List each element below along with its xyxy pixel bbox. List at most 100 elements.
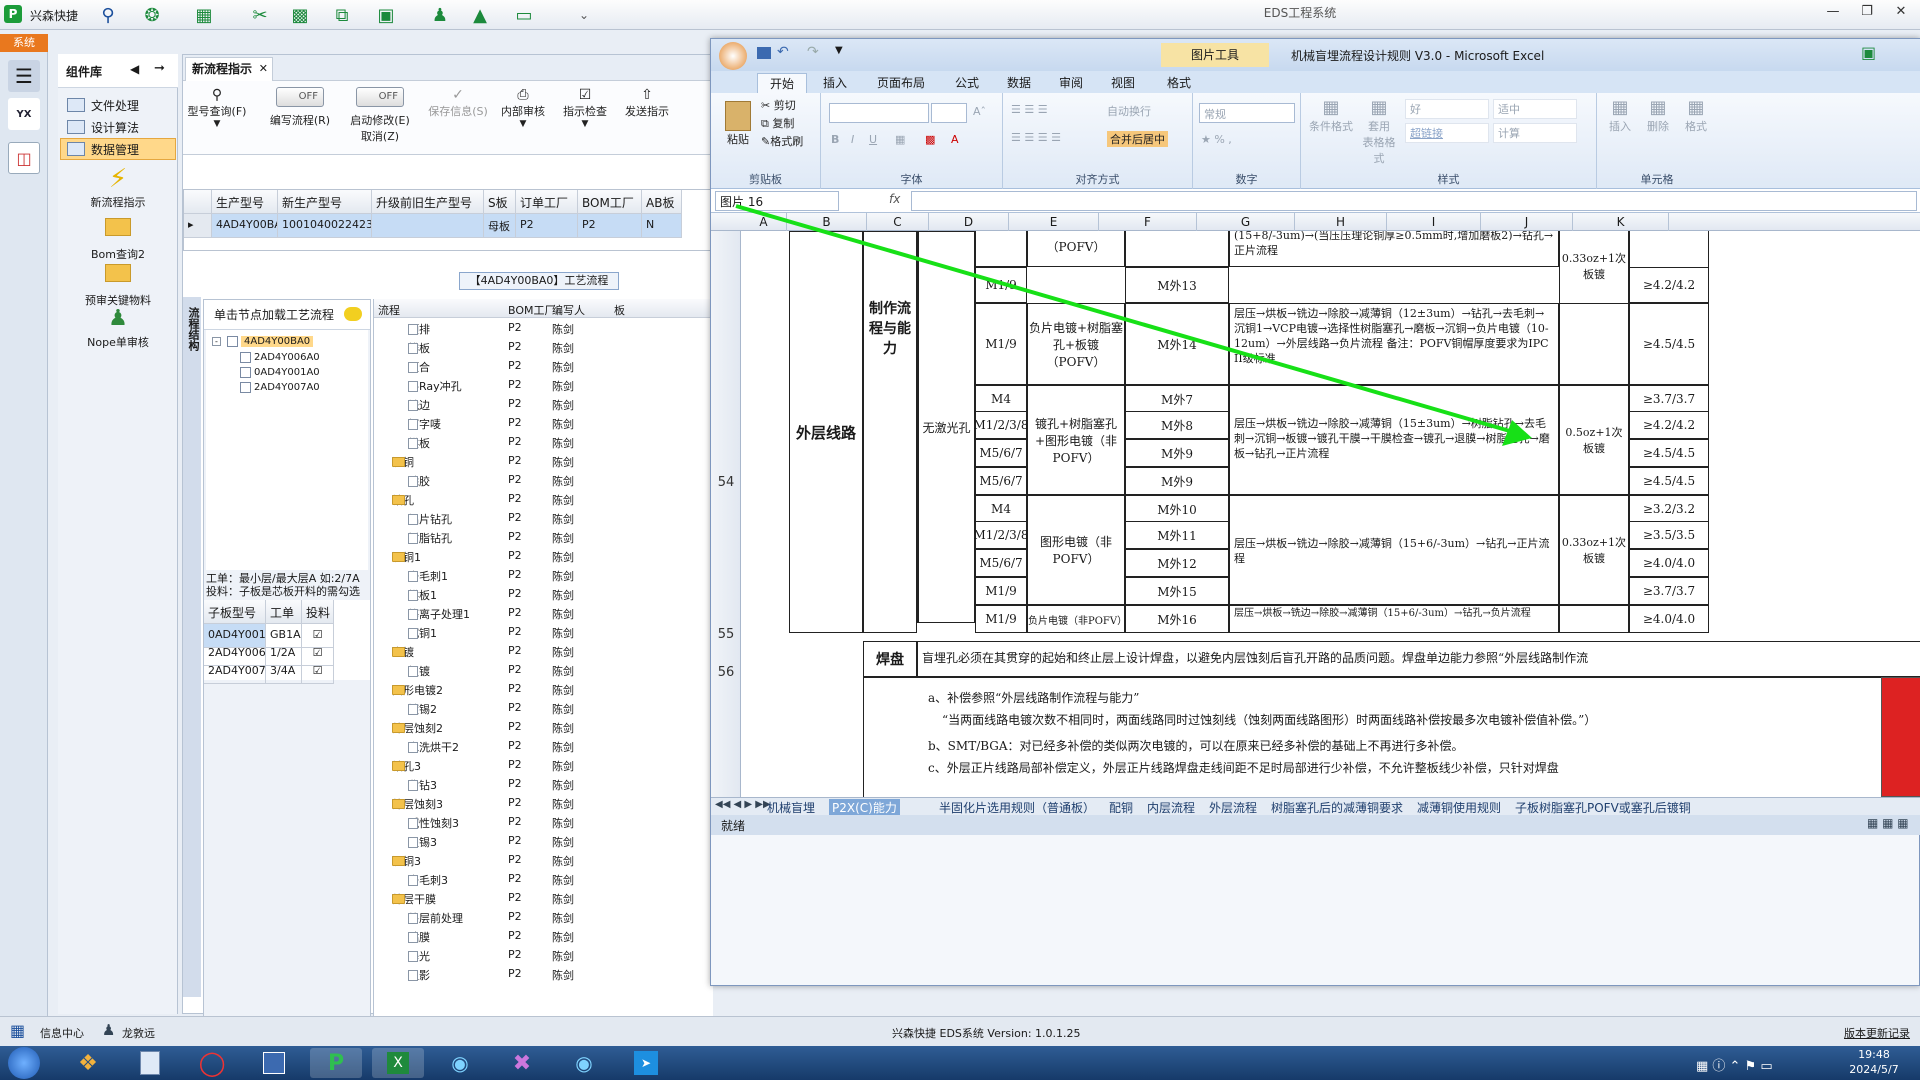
tree-node[interactable]: 2AD4Y007A0 [240,382,320,393]
cell-neg[interactable]: 负片电镀（非POFV） [1027,605,1127,633]
style-neutral[interactable]: 适中 [1493,99,1577,119]
row-header[interactable]: 55 [711,627,741,642]
flow-row[interactable]: 板镀 P2 陈剑 [374,660,714,679]
cell-code[interactable]: M外9 [1125,467,1229,495]
grid-icon[interactable]: ▣ [374,4,398,26]
cell-capability[interactable]: ≥4.5/4.5 [1629,467,1709,495]
grid-cell[interactable] [372,214,484,238]
user-icon[interactable]: ♟ [428,4,452,26]
copy-icon[interactable]: ⧉ [330,4,354,26]
sheet-tab[interactable]: P2X(C)能力 [829,799,900,816]
cell-outer-line[interactable]: 外层线路 [789,231,863,633]
format-painter-button[interactable]: ✎格式刷 [761,133,803,149]
column-header[interactable]: G [1197,213,1295,231]
align-left-icon[interactable]: ☰ ☰ ☰ ☰ [1011,131,1061,144]
column-header[interactable]: I [1387,213,1481,231]
cell-flow-desc[interactable]: 层压→烘板→铣边→除胶→减薄铜（15+6/-3um）→钻孔→负片流程 [1229,605,1559,633]
cell-pad-text[interactable]: 盲埋孔必须在其贯穿的起始和终止层上设计焊盘，以避免内层蚀刻后盲孔开路的品质问题。… [917,641,1920,677]
column-header[interactable]: A [741,213,787,231]
column-header[interactable]: 升级前旧生产型号 [372,190,484,214]
cell-code[interactable]: M外7 [1125,385,1229,413]
version-history-link[interactable]: 版本更新记录 [1844,1025,1910,1041]
tab-formulas[interactable]: 公式 [943,73,991,93]
comp-item-file-processing[interactable]: 文件处理 [60,94,176,116]
sheet-tab[interactable]: 外层流程 [1209,799,1257,816]
taskbar-eye2-icon[interactable]: ◉ [558,1048,610,1078]
tab-page-layout[interactable]: 页面布局 [863,73,939,93]
calculator-icon[interactable]: ◫ [8,142,40,174]
toggle-switch[interactable]: OFF [276,87,324,107]
chart-icon[interactable]: ▲ [468,4,492,26]
grid-cell[interactable]: 10010400224236 [278,214,372,238]
cell-pofv[interactable]: （POFV） [1027,231,1125,267]
fx-icon[interactable]: fx [889,192,900,206]
cell-capability[interactable]: ≥4.2/4.2 [1629,267,1709,303]
border-icon[interactable]: ▦ [895,133,905,146]
cell-code[interactable]: M外9 [1125,439,1229,467]
sheet-cell[interactable] [1559,303,1629,385]
comp-item-data-management[interactable]: 数据管理 [60,138,176,160]
delete-cells-button[interactable]: ▦ 删除 [1641,97,1675,134]
dropdown-arrow-icon[interactable]: ▼ [187,119,247,129]
sheet-tab[interactable]: 树脂塞孔后的减薄铜要求 [1271,799,1403,816]
flow-row[interactable]: 镀锡2 P2 陈剑 [374,698,714,717]
format-cells-button[interactable]: ▦ 格式 [1679,97,1713,134]
cell-capability[interactable]: ≥3.2/3.2 [1629,495,1709,523]
cell-code[interactable]: M外13 [1125,267,1229,303]
cell-model[interactable]: M5/6/7 [975,549,1027,577]
cell-code[interactable]: M外11 [1125,521,1229,549]
cell-model[interactable]: M1/2/3/8 [974,521,1028,549]
tree-node-root[interactable]: - 4AD4Y00BA0 [212,336,314,347]
restore-icon[interactable]: ❐ [1856,4,1878,22]
taskbar-x-icon[interactable]: ✖ [496,1048,548,1078]
flow-row[interactable]: -外层干膜 P2 陈剑 [374,888,714,907]
taskbar-eds-icon[interactable]: P [310,1048,362,1078]
auto-edit-toggle[interactable]: OFF 启动修改(E) 取消(Z) [343,87,417,144]
table-format-button[interactable]: ▦ 套用 表格格式 [1359,97,1399,166]
scissors-icon[interactable]: ✂ [248,4,272,26]
font-size-box[interactable] [931,103,967,123]
column-header[interactable]: F [1099,213,1197,231]
column-header[interactable]: 新生产型号 [278,190,372,214]
row-header[interactable]: 54 [711,475,741,490]
pin-icon[interactable]: ➞ [154,61,165,76]
taskbar-browser-icon[interactable]: ◯ [186,1048,238,1078]
align-top-icon[interactable]: ☰ ☰ ☰ [1011,103,1048,116]
quick-bom-query[interactable]: Bom查询2 [58,214,178,262]
cell-capability[interactable]: ≥4.0/4.0 [1629,605,1709,633]
comp-item-design-algo[interactable]: 设计算法 [60,116,176,138]
cell-flow-desc[interactable]: 层压→烘板→铣边→除胶→减薄铜（15±3um）→树脂钻孔→去毛刺→沉铜→板镀→镀… [1229,385,1559,495]
tree-node[interactable]: 2AD4Y006A0 [240,352,320,363]
sheet-tab[interactable]: 内层流程 [1147,799,1195,816]
tab-format[interactable]: 格式 [1151,73,1207,93]
quick-nope-review[interactable]: ♟ Nope单审核 [58,306,178,350]
flow-row[interactable]: 曝光 P2 陈剑 [374,945,714,964]
table-icon[interactable]: ▦ [192,4,216,26]
taskbar-arrow-icon[interactable]: ➤ [620,1048,672,1078]
grid-cell[interactable]: 3/4A [266,660,302,684]
redo-icon[interactable]: ↷ [807,44,819,60]
qat-customize-icon[interactable]: ▼ [835,45,843,56]
flow-row[interactable]: 背钻3 P2 陈剑 [374,774,714,793]
table-row[interactable]: 2AD4Y007A0 3/4A ☑ [204,660,334,684]
column-header[interactable]: K [1573,213,1669,231]
flow-row[interactable]: X-Ray冲孔 P2 陈剑 [374,375,714,394]
column-header[interactable]: E [1009,213,1099,231]
cell-capability[interactable]: ≥4.2/4.2 [1629,411,1709,439]
cell-model[interactable]: M5/6/7 [975,467,1027,495]
cell-flow-desc[interactable]: (15+8/-3um)→(当压压理论铜厚≥0.5mm时,增加磨板2)→钻孔→正片… [1229,231,1559,267]
sheet-nav-icon[interactable]: ◀◀ ◀ ▶ ▶▶ [715,799,771,810]
taskbar-excel-icon[interactable]: X [372,1048,424,1078]
windows-grid-icon[interactable]: ▦ [10,1021,25,1040]
minimize-icon[interactable]: — [1822,4,1844,22]
wrap-text-button[interactable]: 自动换行 [1107,103,1151,119]
cell-plate-resin[interactable]: 镀孔+树脂塞孔+图形电镀（非POFV） [1027,385,1125,495]
toggle-switch[interactable]: OFF [356,87,404,107]
conditional-format-button[interactable]: ▦ 条件格式 [1309,97,1353,134]
number-format-select[interactable]: 常规 [1199,103,1295,123]
column-header[interactable]: 生产型号 [212,190,278,214]
tab-data[interactable]: 数据 [995,73,1043,93]
flow-row[interactable]: 烘板 P2 陈剑 [374,432,714,451]
flow-row[interactable]: 铣边 P2 陈剑 [374,394,714,413]
flow-row[interactable]: 去毛刺1 P2 陈剑 [374,565,714,584]
